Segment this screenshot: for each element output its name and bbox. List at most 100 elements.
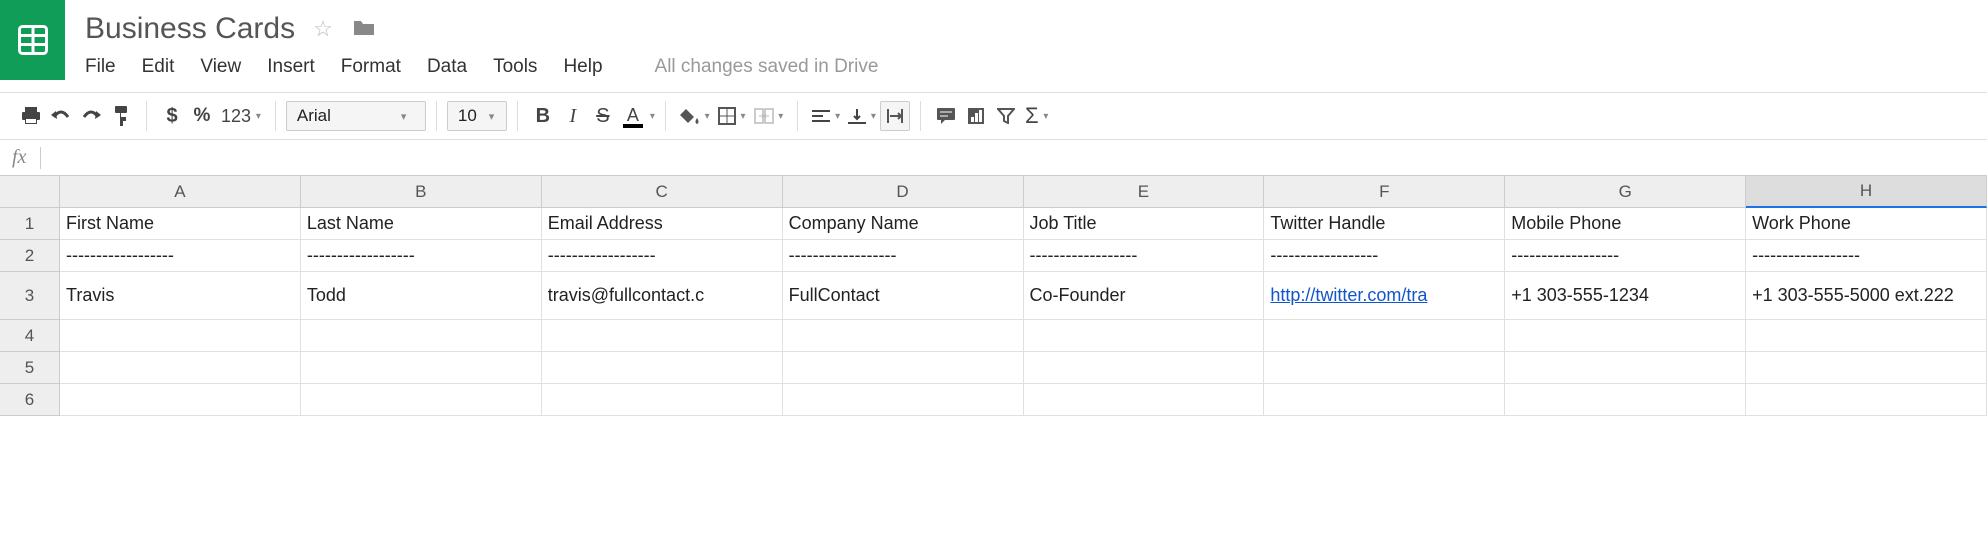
column-header[interactable]: E [1024, 176, 1265, 208]
menu-format[interactable]: Format [341, 56, 401, 78]
chevron-down-icon[interactable]: ▾ [650, 111, 655, 122]
currency-button[interactable]: $ [157, 101, 187, 131]
redo-icon[interactable] [76, 101, 106, 131]
insert-comment-icon[interactable] [931, 101, 961, 131]
cell[interactable]: Mobile Phone [1505, 208, 1746, 240]
cell[interactable]: ------------------ [783, 240, 1024, 272]
cell[interactable]: ------------------ [1024, 240, 1265, 272]
cell[interactable] [60, 320, 301, 352]
sheets-logo[interactable] [0, 0, 65, 80]
formula-input[interactable] [55, 143, 1987, 173]
cell[interactable] [60, 352, 301, 384]
cell[interactable]: Twitter Handle [1264, 208, 1505, 240]
cell-link[interactable]: http://twitter.com/tra [1270, 285, 1427, 306]
menu-help[interactable]: Help [563, 56, 602, 78]
percent-button[interactable]: % [187, 101, 217, 131]
cell[interactable]: Todd [301, 272, 542, 320]
column-header[interactable]: H [1746, 176, 1987, 208]
cell[interactable]: Work Phone [1746, 208, 1987, 240]
cell[interactable]: ------------------ [301, 240, 542, 272]
menu-tools[interactable]: Tools [493, 56, 537, 78]
cell[interactable]: ------------------ [60, 240, 301, 272]
cell[interactable] [1024, 320, 1265, 352]
cell[interactable] [783, 384, 1024, 416]
borders-button[interactable]: ▾ [714, 101, 750, 131]
cell[interactable] [542, 384, 783, 416]
menu-file[interactable]: File [85, 56, 116, 78]
cell[interactable]: +1 303-555-1234 [1505, 272, 1746, 320]
cell[interactable] [542, 320, 783, 352]
cell[interactable] [1746, 352, 1987, 384]
column-header[interactable]: G [1505, 176, 1746, 208]
menu-data[interactable]: Data [427, 56, 467, 78]
merge-cells-button[interactable]: ▾ [750, 101, 788, 131]
menu-insert[interactable]: Insert [267, 56, 315, 78]
cell[interactable] [301, 320, 542, 352]
row-header[interactable]: 5 [0, 352, 60, 384]
cell[interactable] [301, 384, 542, 416]
cell[interactable] [1746, 320, 1987, 352]
strikethrough-button[interactable]: S [588, 101, 618, 131]
cell[interactable] [301, 352, 542, 384]
cell[interactable] [1024, 384, 1265, 416]
cell[interactable]: Company Name [783, 208, 1024, 240]
column-header[interactable]: D [783, 176, 1024, 208]
cell[interactable] [60, 384, 301, 416]
column-header[interactable]: F [1264, 176, 1505, 208]
functions-button[interactable]: Σ ▾ [1021, 101, 1052, 131]
cell[interactable]: http://twitter.com/tra [1264, 272, 1505, 320]
column-header[interactable]: A [60, 176, 301, 208]
select-all-corner[interactable] [0, 176, 60, 208]
document-title[interactable]: Business Cards [85, 12, 295, 46]
cell[interactable] [1505, 352, 1746, 384]
cell[interactable]: Email Address [542, 208, 783, 240]
column-header[interactable]: C [542, 176, 783, 208]
cell[interactable]: Job Title [1024, 208, 1265, 240]
number-format-button[interactable]: 123 ▾ [217, 101, 265, 131]
column-header[interactable]: B [301, 176, 542, 208]
row-header[interactable]: 2 [0, 240, 60, 272]
cell[interactable] [1505, 384, 1746, 416]
filter-icon[interactable] [991, 101, 1021, 131]
cell[interactable] [783, 320, 1024, 352]
cell[interactable]: ------------------ [542, 240, 783, 272]
cell[interactable] [1024, 352, 1265, 384]
print-icon[interactable] [16, 101, 46, 131]
row-header[interactable]: 3 [0, 272, 60, 320]
folder-icon[interactable] [351, 17, 377, 42]
cell[interactable]: +1 303-555-5000 ext.222 [1746, 272, 1987, 320]
row-header[interactable]: 6 [0, 384, 60, 416]
menu-edit[interactable]: Edit [142, 56, 175, 78]
cell[interactable]: ------------------ [1505, 240, 1746, 272]
fontsize-select[interactable]: 10▾ [447, 101, 507, 131]
row-header[interactable]: 1 [0, 208, 60, 240]
wrap-text-button[interactable] [880, 101, 910, 131]
cell[interactable]: travis@fullcontact.c [542, 272, 783, 320]
bold-button[interactable]: B [528, 101, 558, 131]
cell[interactable] [542, 352, 783, 384]
align-left-button[interactable]: ▾ [808, 101, 844, 131]
star-icon[interactable]: ☆ [313, 16, 333, 42]
menu-view[interactable]: View [200, 56, 241, 78]
cell[interactable]: Travis [60, 272, 301, 320]
text-color-button[interactable]: A [618, 101, 648, 131]
cell[interactable]: FullContact [783, 272, 1024, 320]
cell[interactable]: First Name [60, 208, 301, 240]
undo-icon[interactable] [46, 101, 76, 131]
cell[interactable] [1746, 384, 1987, 416]
italic-button[interactable]: I [558, 101, 588, 131]
paint-format-icon[interactable] [106, 101, 136, 131]
cell[interactable]: Co-Founder [1024, 272, 1265, 320]
valign-button[interactable]: ▾ [844, 101, 880, 131]
cell[interactable] [1264, 320, 1505, 352]
insert-chart-icon[interactable] [961, 101, 991, 131]
cell[interactable] [783, 352, 1024, 384]
font-select[interactable]: Arial▾ [286, 101, 426, 131]
row-header[interactable]: 4 [0, 320, 60, 352]
cell[interactable] [1505, 320, 1746, 352]
cell[interactable] [1264, 352, 1505, 384]
cell[interactable] [1264, 384, 1505, 416]
cell[interactable]: ------------------ [1746, 240, 1987, 272]
cell[interactable]: Last Name [301, 208, 542, 240]
cell[interactable]: ------------------ [1264, 240, 1505, 272]
